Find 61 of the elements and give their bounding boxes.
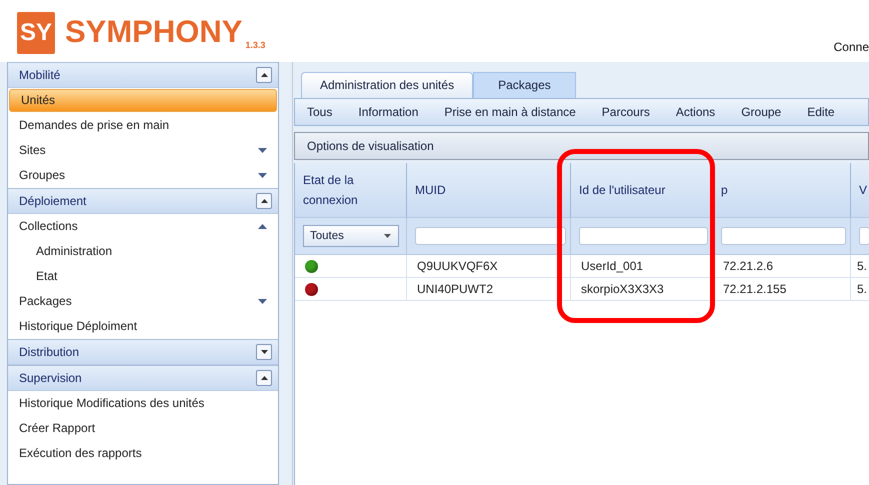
sidebar-item[interactable]: Etat (8, 264, 278, 289)
section-header[interactable]: Distribution (8, 339, 278, 365)
options-bar[interactable]: Options de visualisation (294, 132, 869, 160)
section-title: Mobilité (19, 68, 60, 82)
app-name: SYMPHONY (65, 14, 242, 50)
caret-icon[interactable] (260, 350, 268, 354)
collapse-button[interactable] (256, 67, 272, 83)
dropdown-arrow-icon[interactable] (384, 234, 391, 238)
section-title: Déploiement (19, 194, 86, 208)
table-cell: 5. (851, 278, 869, 300)
sidebar-item[interactable]: Créer Rapport (8, 416, 278, 441)
caret-icon[interactable] (258, 148, 267, 153)
sidebar-item[interactable]: Administration (8, 239, 278, 264)
caret-icon[interactable] (258, 299, 267, 304)
table-cell: 72.21.2.155 (713, 278, 851, 300)
filter-field[interactable] (859, 227, 869, 245)
sidebar-item[interactable]: Collections (8, 214, 278, 239)
app-version: 1.3.3 (245, 40, 266, 50)
options-label: Options de visualisation (307, 139, 434, 153)
table-cell: skorpioX3X3X3 (571, 278, 713, 300)
menu-item[interactable]: Parcours (588, 105, 663, 119)
sidebar-item[interactable]: Groupes (8, 163, 278, 188)
menu-item[interactable]: Actions (662, 105, 728, 119)
tab[interactable]: Administration des unités (301, 72, 474, 98)
section-title: Distribution (19, 345, 80, 359)
collapse-button[interactable] (256, 370, 272, 386)
status-filter-dropdown[interactable]: Toutes (303, 225, 399, 247)
table-cell: Q9UUKVQF6X (407, 255, 571, 277)
caret-icon[interactable] (258, 224, 267, 229)
caret-icon[interactable] (260, 376, 268, 380)
collapse-button[interactable] (256, 344, 272, 360)
menu-item[interactable]: Groupe (728, 105, 794, 119)
menu-item[interactable]: Edite (794, 105, 848, 119)
menu-item[interactable]: Prise en main à distance (431, 105, 589, 119)
section-title: Supervision (19, 371, 82, 385)
table-cell: 5. (851, 255, 869, 277)
menu-item[interactable]: Tous (295, 105, 346, 119)
menu-item[interactable]: Information (345, 105, 432, 119)
table-cell: UNI40PUWT2 (407, 278, 571, 300)
sidebar-item[interactable]: Packages (8, 289, 278, 314)
caret-icon[interactable] (258, 173, 267, 178)
caret-icon[interactable] (260, 199, 268, 203)
section-header[interactable]: Mobilité (8, 62, 278, 88)
section-header[interactable]: Supervision (8, 365, 278, 391)
sidebar-item[interactable]: Historique Modifications des unités (8, 391, 278, 416)
caret-icon[interactable] (260, 73, 268, 77)
table-cell: 72.21.2.6 (713, 255, 851, 277)
logo-mark: SY (17, 12, 55, 54)
filter-field[interactable] (415, 227, 566, 245)
collapse-button[interactable] (256, 193, 272, 209)
sidebar-item[interactable]: Sites (8, 138, 278, 163)
table-cell: UserId_001 (571, 255, 713, 277)
tab[interactable]: Packages (473, 72, 576, 98)
sidebar-item[interactable]: Unités (9, 89, 277, 112)
section-header[interactable]: Déploiement (8, 188, 278, 214)
filter-field[interactable] (721, 227, 846, 245)
sidebar-item[interactable]: Historique Déploiment (8, 314, 278, 339)
sidebar-item[interactable]: Exécution des rapports (8, 441, 278, 466)
filter-field[interactable] (579, 227, 708, 245)
connection-label: Conne (834, 40, 869, 54)
sidebar-item[interactable]: Demandes de prise en main (8, 113, 278, 138)
